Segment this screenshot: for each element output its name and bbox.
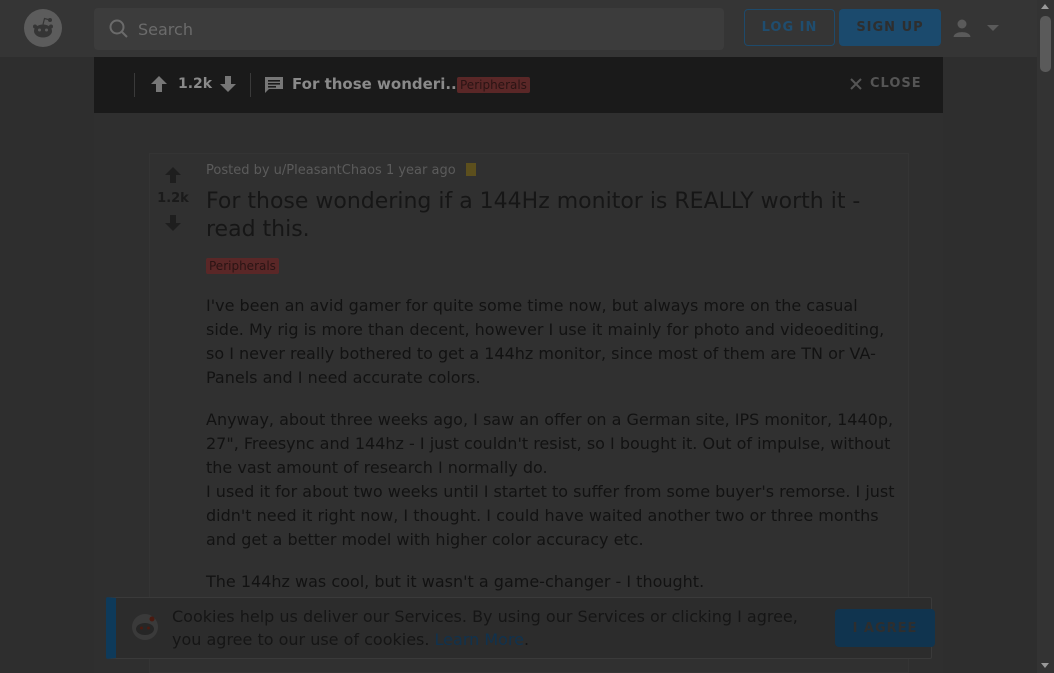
body-paragraph: The 144hz was cool, but it wasn't a game… — [206, 572, 705, 591]
downvote-arrow-icon[interactable] — [219, 75, 237, 93]
award-icon[interactable] — [465, 163, 476, 176]
flair-badge[interactable]: Peripherals — [457, 77, 530, 93]
post-content-panel: 1.2k Posted by u/PleasantChaos 1 year ag… — [94, 113, 943, 673]
reddit-alien-icon — [33, 17, 53, 38]
post-card: 1.2k Posted by u/PleasantChaos 1 year ag… — [149, 153, 909, 673]
divider — [250, 73, 251, 97]
cookie-period: . — [524, 630, 530, 649]
agree-button[interactable]: I AGREE — [835, 609, 935, 647]
user-dropdown[interactable] — [952, 14, 1016, 42]
cookie-text: Cookies help us deliver our Services. By… — [172, 605, 802, 651]
search-bar[interactable] — [94, 8, 724, 50]
close-icon — [850, 77, 862, 90]
body-paragraph: Anyway, about three weeks ago, I saw an … — [206, 410, 894, 477]
post-meta: Posted by u/PleasantChaos 1 year ago — [206, 163, 476, 178]
close-label: CLOSE — [870, 76, 922, 91]
post-time[interactable]: 1 year ago — [386, 163, 456, 178]
scroll-up-arrow-icon[interactable] — [1041, 4, 1049, 9]
upvote-arrow-icon[interactable] — [164, 166, 182, 184]
top-header: LOG IN SIGN UP — [0, 0, 1037, 57]
downvote-arrow-icon[interactable] — [164, 214, 182, 232]
meta-prefix: Posted by — [206, 163, 270, 178]
search-input[interactable] — [138, 19, 698, 39]
author-link[interactable]: u/PleasantChaos — [274, 163, 382, 178]
scroll-thumb[interactable] — [1040, 16, 1051, 72]
divider — [134, 73, 135, 97]
post-text-icon — [265, 77, 283, 93]
upvote-arrow-icon[interactable] — [150, 75, 168, 93]
post-score: 1.2k — [178, 76, 213, 92]
chevron-down-icon — [987, 25, 999, 31]
search-icon — [109, 19, 128, 38]
post-score: 1.2k — [157, 191, 189, 206]
body-paragraph: I used it for about two weeks until I st… — [206, 482, 895, 549]
user-icon — [953, 19, 971, 37]
body-paragraph: I've been an avid gamer for quite some t… — [206, 296, 885, 387]
post-title: For those wondering if a 144Hz monitor i… — [206, 189, 861, 242]
page-scrollbar[interactable] — [1037, 0, 1054, 673]
flair-badge[interactable]: Peripherals — [206, 258, 279, 274]
reddit-logo-icon[interactable] — [24, 9, 62, 47]
cookie-banner: Cookies help us deliver our Services. By… — [106, 597, 935, 659]
login-button[interactable]: LOG IN — [744, 9, 835, 46]
reddit-cookie-icon — [132, 614, 158, 640]
post-title-truncated: For those wonderi... — [292, 75, 463, 93]
post-body: I've been an avid gamer for quite some t… — [206, 294, 896, 612]
scroll-down-arrow-icon[interactable] — [1041, 663, 1049, 668]
learn-more-link[interactable]: Learn More — [435, 630, 524, 649]
close-button[interactable]: CLOSE — [850, 76, 922, 91]
signup-button[interactable]: SIGN UP — [839, 9, 941, 46]
post-overlay-bar: 1.2k For those wonderi... Peripherals CL… — [94, 57, 943, 113]
